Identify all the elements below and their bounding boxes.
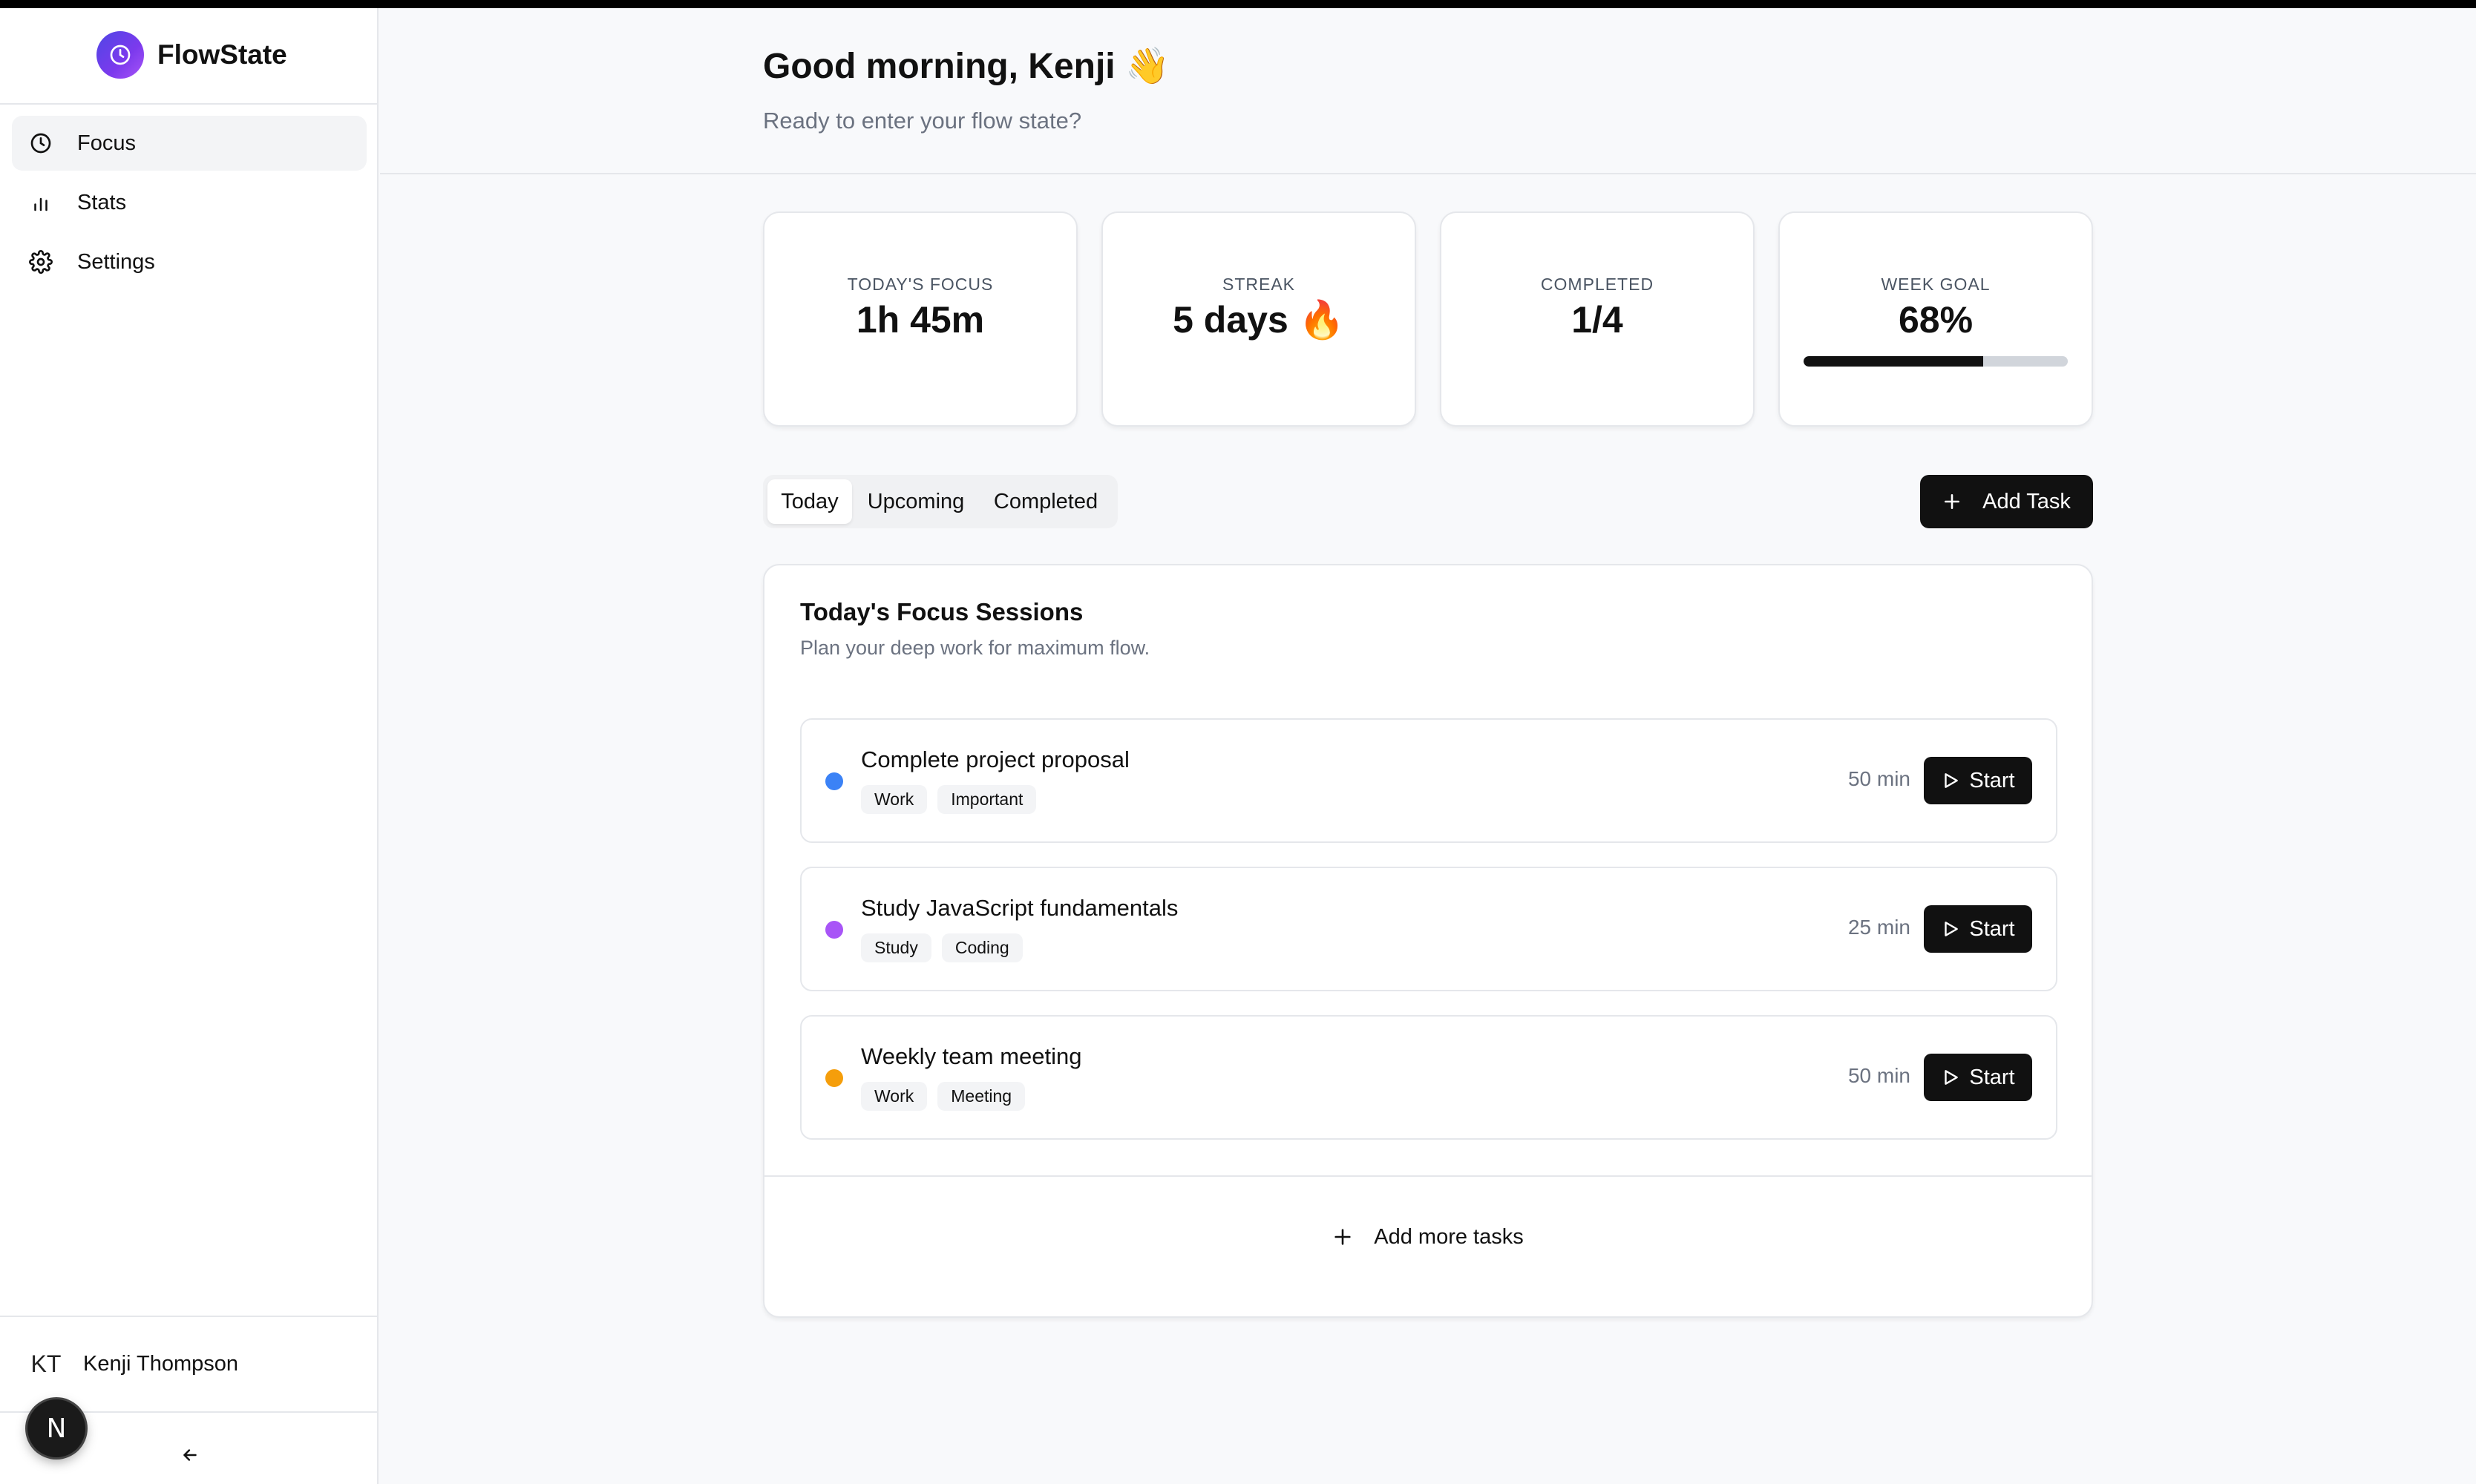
sidebar-item-label: Settings (77, 249, 155, 274)
brand-name: FlowState (157, 39, 287, 70)
collapse-sidebar-button[interactable] (175, 1440, 205, 1470)
page-title: Good morning, Kenji 👋 (763, 47, 1170, 86)
task-name: Study JavaScript fundamentals (861, 895, 1179, 921)
window-top-bar (0, 0, 2476, 8)
task-name: Weekly team meeting (861, 1043, 1082, 1069)
avatar: KT (30, 1350, 62, 1377)
brand[interactable]: FlowState (96, 31, 287, 79)
add-task-button[interactable]: Add Task (1920, 475, 2093, 528)
progress-fill (1804, 356, 1984, 367)
dev-tools-badge[interactable]: N (27, 1399, 85, 1457)
tag: Meeting (937, 1082, 1026, 1111)
bar-chart-icon (28, 190, 53, 215)
add-task-label: Add Task (1982, 489, 2071, 513)
task-tags: Study Coding (861, 933, 1023, 962)
sidebar: FlowState Focus Stats Settings KT Kenji … (0, 8, 379, 1484)
tag: Coding (941, 933, 1023, 962)
stat-value: 5 days 🔥 (1173, 299, 1345, 341)
tab-completed[interactable]: Completed (980, 479, 1112, 524)
week-goal-progress-bar (1804, 356, 2068, 367)
stat-value: 1/4 (1571, 299, 1623, 341)
tag: Work (861, 785, 928, 814)
tag: Study (861, 933, 931, 962)
stat-value: 1h 45m (856, 299, 985, 341)
task-duration: 25 min (1847, 916, 1910, 939)
tab-upcoming[interactable]: Upcoming (858, 479, 974, 524)
task-row[interactable]: Complete project proposal Work Important… (800, 718, 2057, 843)
stat-card-week-goal: WEEK GOAL 68% (1778, 211, 2093, 427)
user-profile[interactable]: KT Kenji Thompson (22, 1342, 239, 1386)
play-icon (1941, 919, 1960, 939)
play-icon (1941, 771, 1960, 790)
tag: Important (937, 785, 1037, 814)
task-color-dot (825, 772, 843, 790)
sidebar-divider (0, 103, 377, 105)
plus-icon (1332, 1227, 1353, 1247)
sidebar-item-stats[interactable]: Stats (12, 175, 367, 230)
start-button[interactable]: Start (1924, 1054, 2032, 1101)
stat-card-streak: STREAK 5 days 🔥 (1101, 211, 1416, 427)
sidebar-item-settings[interactable]: Settings (12, 234, 367, 289)
clock-icon (28, 131, 53, 156)
start-label: Start (1969, 768, 2015, 792)
focus-sessions-card: Today's Focus Sessions Plan your deep wo… (763, 564, 2093, 1318)
stat-label: COMPLETED (1540, 275, 1654, 294)
arrow-left-icon (183, 1449, 197, 1461)
card-divider (764, 1175, 2092, 1177)
add-more-tasks-button[interactable]: Add more tasks (764, 1218, 2092, 1255)
start-button[interactable]: Start (1924, 757, 2032, 804)
user-name: Kenji Thompson (83, 1351, 239, 1376)
start-button[interactable]: Start (1924, 905, 2032, 953)
stat-label: TODAY'S FOCUS (847, 275, 994, 294)
start-label: Start (1969, 916, 2015, 941)
task-duration: 50 min (1847, 767, 1910, 790)
task-duration: 50 min (1847, 1064, 1910, 1087)
stat-card-todays-focus: TODAY'S FOCUS 1h 45m (763, 211, 1078, 427)
sidebar-item-label: Focus (77, 131, 136, 155)
add-more-label: Add more tasks (1374, 1224, 1524, 1249)
page-header (380, 8, 2476, 174)
sidebar-item-focus[interactable]: Focus (12, 116, 367, 171)
brand-logo-icon (96, 31, 144, 79)
task-color-dot (825, 921, 843, 939)
play-icon (1941, 1068, 1960, 1087)
card-title: Today's Focus Sessions (800, 598, 1084, 626)
task-name: Complete project proposal (861, 746, 1130, 772)
sidebar-divider (0, 1316, 377, 1317)
task-tabs: Today Upcoming Completed (763, 475, 1118, 528)
tag: Work (861, 1082, 928, 1111)
task-row[interactable]: Study JavaScript fundamentals Study Codi… (800, 867, 2057, 991)
plus-icon (1942, 492, 1962, 511)
stat-card-completed: COMPLETED 1/4 (1440, 211, 1755, 427)
gear-icon (28, 249, 53, 275)
tab-today[interactable]: Today (767, 479, 852, 524)
task-color-dot (825, 1069, 843, 1087)
stat-value: 68% (1898, 299, 1974, 341)
task-row[interactable]: Weekly team meeting Work Meeting 50 min … (800, 1015, 2057, 1140)
card-subtitle: Plan your deep work for maximum flow. (800, 637, 1150, 659)
task-tags: Work Important (861, 785, 1037, 814)
stat-label: STREAK (1222, 275, 1296, 294)
sidebar-item-label: Stats (77, 190, 127, 214)
task-tags: Work Meeting (861, 1082, 1026, 1111)
page-subtitle: Ready to enter your flow state? (763, 108, 1082, 134)
start-label: Start (1969, 1065, 2015, 1089)
stat-label: WEEK GOAL (1881, 275, 1991, 294)
